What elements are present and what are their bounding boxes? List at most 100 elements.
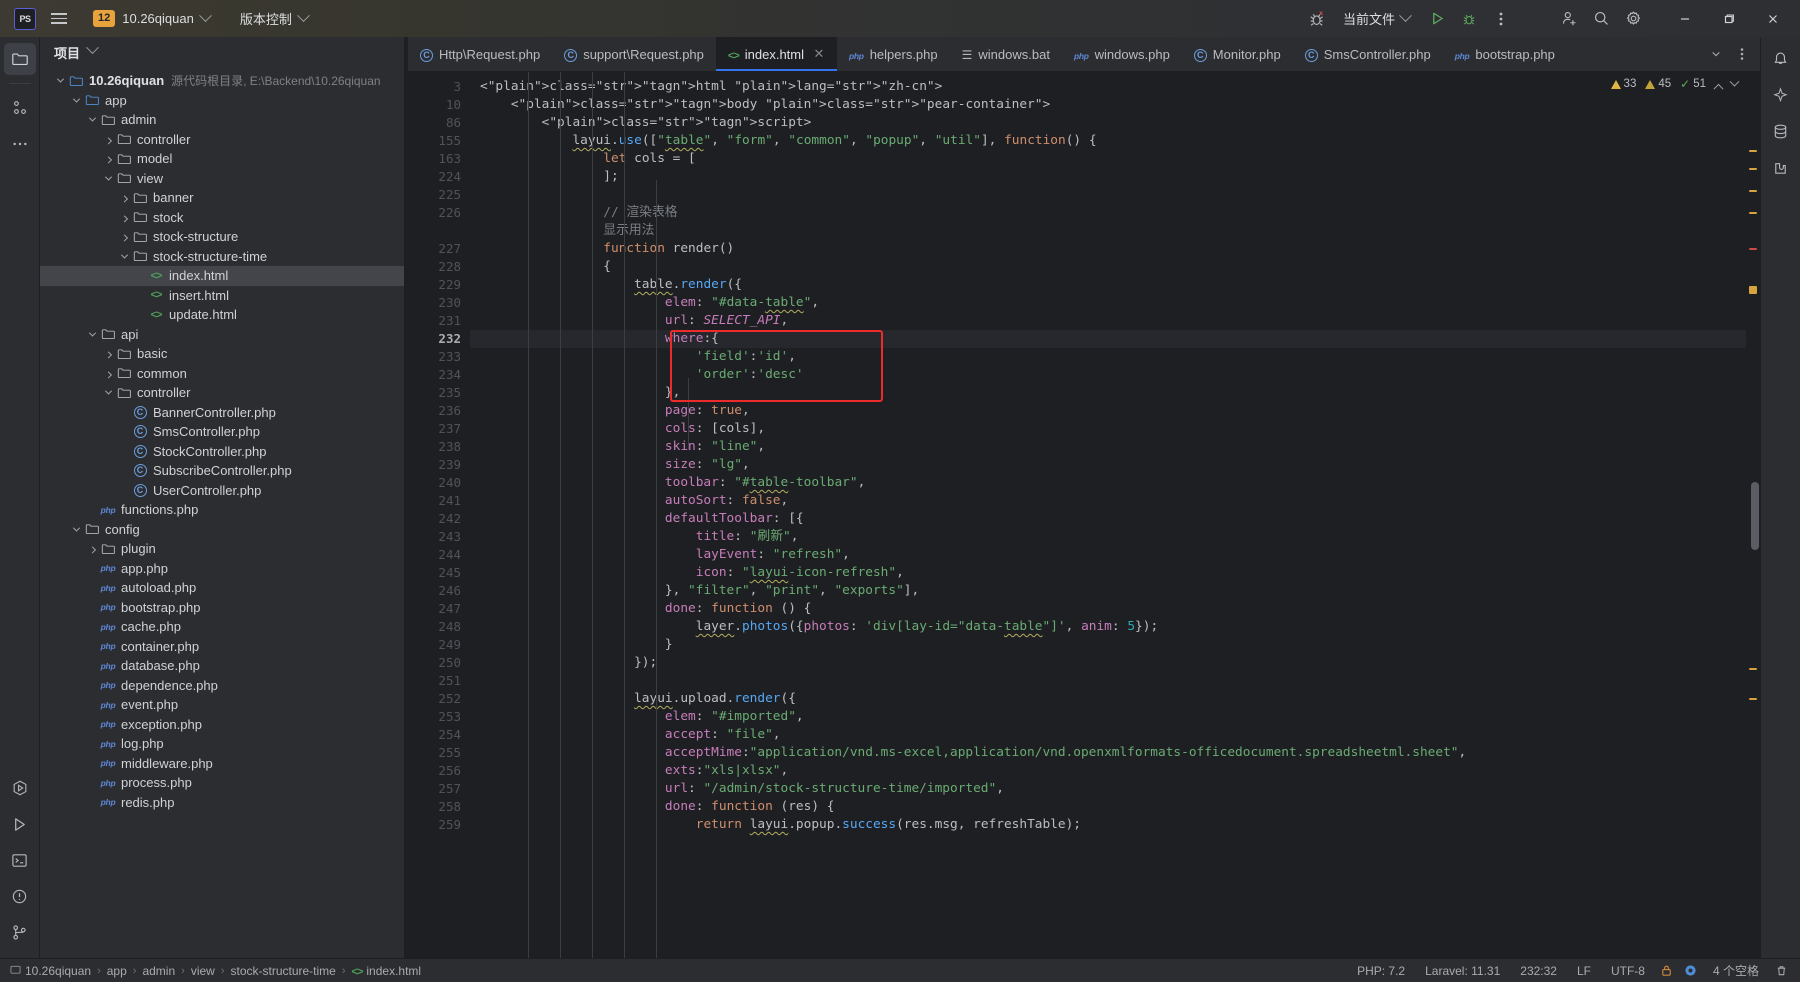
tree-item-stockcontroller-php[interactable]: C StockController.php	[40, 442, 404, 462]
error-stripe-scrollbar[interactable]	[1746, 72, 1760, 958]
chevron-down-icon[interactable]	[86, 113, 99, 126]
tree-item-cache-php[interactable]: php cache.php	[40, 617, 404, 637]
tree-item-index-html[interactable]: <> index.html	[40, 266, 404, 286]
ai-assistant-icon[interactable]	[1765, 79, 1797, 111]
chevron-down-icon[interactable]	[54, 74, 67, 87]
tree-item-log-php[interactable]: php log.php	[40, 734, 404, 754]
editor-tab-monitor-php[interactable]: C Monitor.php	[1182, 37, 1293, 71]
tree-item-model[interactable]: model	[40, 149, 404, 169]
maximize-icon[interactable]	[1708, 3, 1750, 35]
close-icon[interactable]	[1752, 3, 1794, 35]
chevron-down-icon[interactable]	[1729, 76, 1740, 87]
plugins-icon[interactable]	[1765, 151, 1797, 183]
structure-tool-icon[interactable]	[4, 92, 36, 124]
more-tool-icon[interactable]	[4, 128, 36, 160]
tree-item-functions-php[interactable]: php functions.php	[40, 500, 404, 520]
add-user-icon[interactable]	[1554, 5, 1584, 33]
tree-item-smscontroller-php[interactable]: C SmsController.php	[40, 422, 404, 442]
tree-item-controller[interactable]: controller	[40, 383, 404, 403]
chevron-down-icon[interactable]	[86, 41, 99, 55]
tree-item-view[interactable]: view	[40, 169, 404, 189]
bell-icon[interactable]	[1765, 43, 1797, 75]
hamburger-menu-icon[interactable]	[46, 6, 72, 32]
ide-status-icon[interactable]	[1682, 962, 1700, 980]
breadcrumb-item-view[interactable]: view	[191, 964, 215, 978]
editor-tab-bar[interactable]: C Http\Request.php Csupport\Request.php <> i…	[408, 37, 1760, 72]
chevron-down-icon[interactable]	[1704, 41, 1728, 67]
minimize-icon[interactable]	[1664, 3, 1706, 35]
project-selector[interactable]: 12 10.26qiquan	[86, 7, 217, 30]
tree-item-subscribecontroller-php[interactable]: C SubscribeController.php	[40, 461, 404, 481]
chevron-right-icon[interactable]	[102, 347, 115, 360]
terminal-tool-icon[interactable]	[4, 844, 36, 876]
tree-item-common[interactable]: common	[40, 364, 404, 384]
more-vertical-icon[interactable]	[1486, 5, 1516, 33]
vcs-widget[interactable]: 版本控制	[233, 6, 315, 31]
editor-tab-http-request-php[interactable]: C Http\Request.php	[408, 37, 552, 71]
run-configuration-selector[interactable]: 当前文件	[1335, 6, 1418, 31]
tree-item-middleware-php[interactable]: php middleware.php	[40, 754, 404, 774]
tree-item-10-26qiquan[interactable]: 10.26qiquan 源代码根目录, E:\Backend\10.26qiqua…	[40, 71, 404, 91]
chevron-right-icon[interactable]	[118, 230, 131, 243]
chevron-right-icon[interactable]	[102, 152, 115, 165]
chevron-down-icon[interactable]	[102, 172, 115, 185]
tree-item-plugin[interactable]: plugin	[40, 539, 404, 559]
tree-item-bannercontroller-php[interactable]: C BannerController.php	[40, 403, 404, 423]
tree-item-banner[interactable]: banner	[40, 188, 404, 208]
search-icon[interactable]	[1586, 5, 1616, 33]
chevron-right-icon[interactable]	[102, 133, 115, 146]
editor-tab-helpers-php[interactable]: php helpers.php	[837, 37, 950, 71]
gear-icon[interactable]	[1618, 5, 1648, 33]
php-version-status[interactable]: PHP: 7.2	[1350, 963, 1412, 979]
debug-icon[interactable]	[1454, 5, 1484, 33]
vertical-scrollbar-thumb[interactable]	[1751, 482, 1759, 550]
breadcrumb-item-admin[interactable]: admin	[142, 964, 175, 978]
code-content[interactable]: <"plain">class="str">"tagn">html "plain"…	[470, 72, 1746, 958]
tree-item-container-php[interactable]: php container.php	[40, 637, 404, 657]
editor-tab-windows-php[interactable]: php windows.php	[1062, 37, 1182, 71]
caret-position-status[interactable]: 232:32	[1513, 963, 1564, 979]
indent-status[interactable]: 4 个空格	[1706, 961, 1766, 980]
tree-item-event-php[interactable]: php event.php	[40, 695, 404, 715]
vcs-branch-icon[interactable]	[4, 916, 36, 948]
chevron-right-icon[interactable]	[118, 191, 131, 204]
chevron-down-icon[interactable]	[102, 386, 115, 399]
encoding-status[interactable]: UTF-8	[1604, 963, 1652, 979]
tree-item-update-html[interactable]: <> update.html	[40, 305, 404, 325]
tree-item-app-php[interactable]: php app.php	[40, 559, 404, 579]
line-separator-status[interactable]: LF	[1570, 963, 1598, 979]
project-tool-icon[interactable]	[3, 43, 36, 75]
bug-error-icon[interactable]: x	[1303, 5, 1333, 33]
tree-item-dependence-php[interactable]: php dependence.php	[40, 676, 404, 696]
chevron-down-icon[interactable]	[86, 328, 99, 341]
editor-tab-smscontroller-php[interactable]: C SmsController.php	[1293, 37, 1443, 71]
tree-item-database-php[interactable]: php database.php	[40, 656, 404, 676]
editor-tab-windows-bat[interactable]: ☰ windows.bat	[950, 37, 1062, 71]
breadcrumb[interactable]: 10.26qiquan › app › admin › view › stock-structu…	[10, 964, 421, 978]
play-tool-icon[interactable]	[4, 808, 36, 840]
more-vertical-icon[interactable]	[1730, 41, 1754, 67]
tree-item-bootstrap-php[interactable]: php bootstrap.php	[40, 598, 404, 618]
error-count-item[interactable]: 33	[1610, 78, 1636, 90]
trash-icon[interactable]	[1772, 962, 1790, 980]
tree-item-stock[interactable]: stock	[40, 208, 404, 228]
editor-tab-support-request-php[interactable]: Csupport\Request.php	[552, 37, 716, 71]
project-file-tree[interactable]: 10.26qiquan 源代码根目录, E:\Backend\10.26qiqua…	[40, 67, 404, 958]
chevron-down-icon[interactable]	[70, 523, 83, 536]
close-tab-icon[interactable]: ✕	[813, 46, 825, 62]
warning-count-item[interactable]: 45	[1645, 78, 1671, 90]
chevron-down-icon[interactable]	[118, 250, 131, 263]
tree-item-redis-php[interactable]: php redis.php	[40, 793, 404, 813]
problems-tool-icon[interactable]	[4, 880, 36, 912]
code-editor[interactable]: 3 10 86 155 163 224 225 226 227 228 229 230 231 232 23…	[408, 72, 1760, 958]
tree-item-exception-php[interactable]: php exception.php	[40, 715, 404, 735]
tree-item-autoload-php[interactable]: php autoload.php	[40, 578, 404, 598]
breadcrumb-item-index-html[interactable]: <> index.html	[352, 964, 422, 978]
database-icon[interactable]	[1765, 115, 1797, 147]
breadcrumb-item-10-26qiquan[interactable]: 10.26qiquan	[10, 964, 91, 978]
chevron-right-icon[interactable]	[118, 211, 131, 224]
run-tool-icon[interactable]	[4, 772, 36, 804]
check-count-item[interactable]: ✓ 51	[1680, 77, 1706, 91]
tree-item-usercontroller-php[interactable]: C UserController.php	[40, 481, 404, 501]
tree-item-basic[interactable]: basic	[40, 344, 404, 364]
